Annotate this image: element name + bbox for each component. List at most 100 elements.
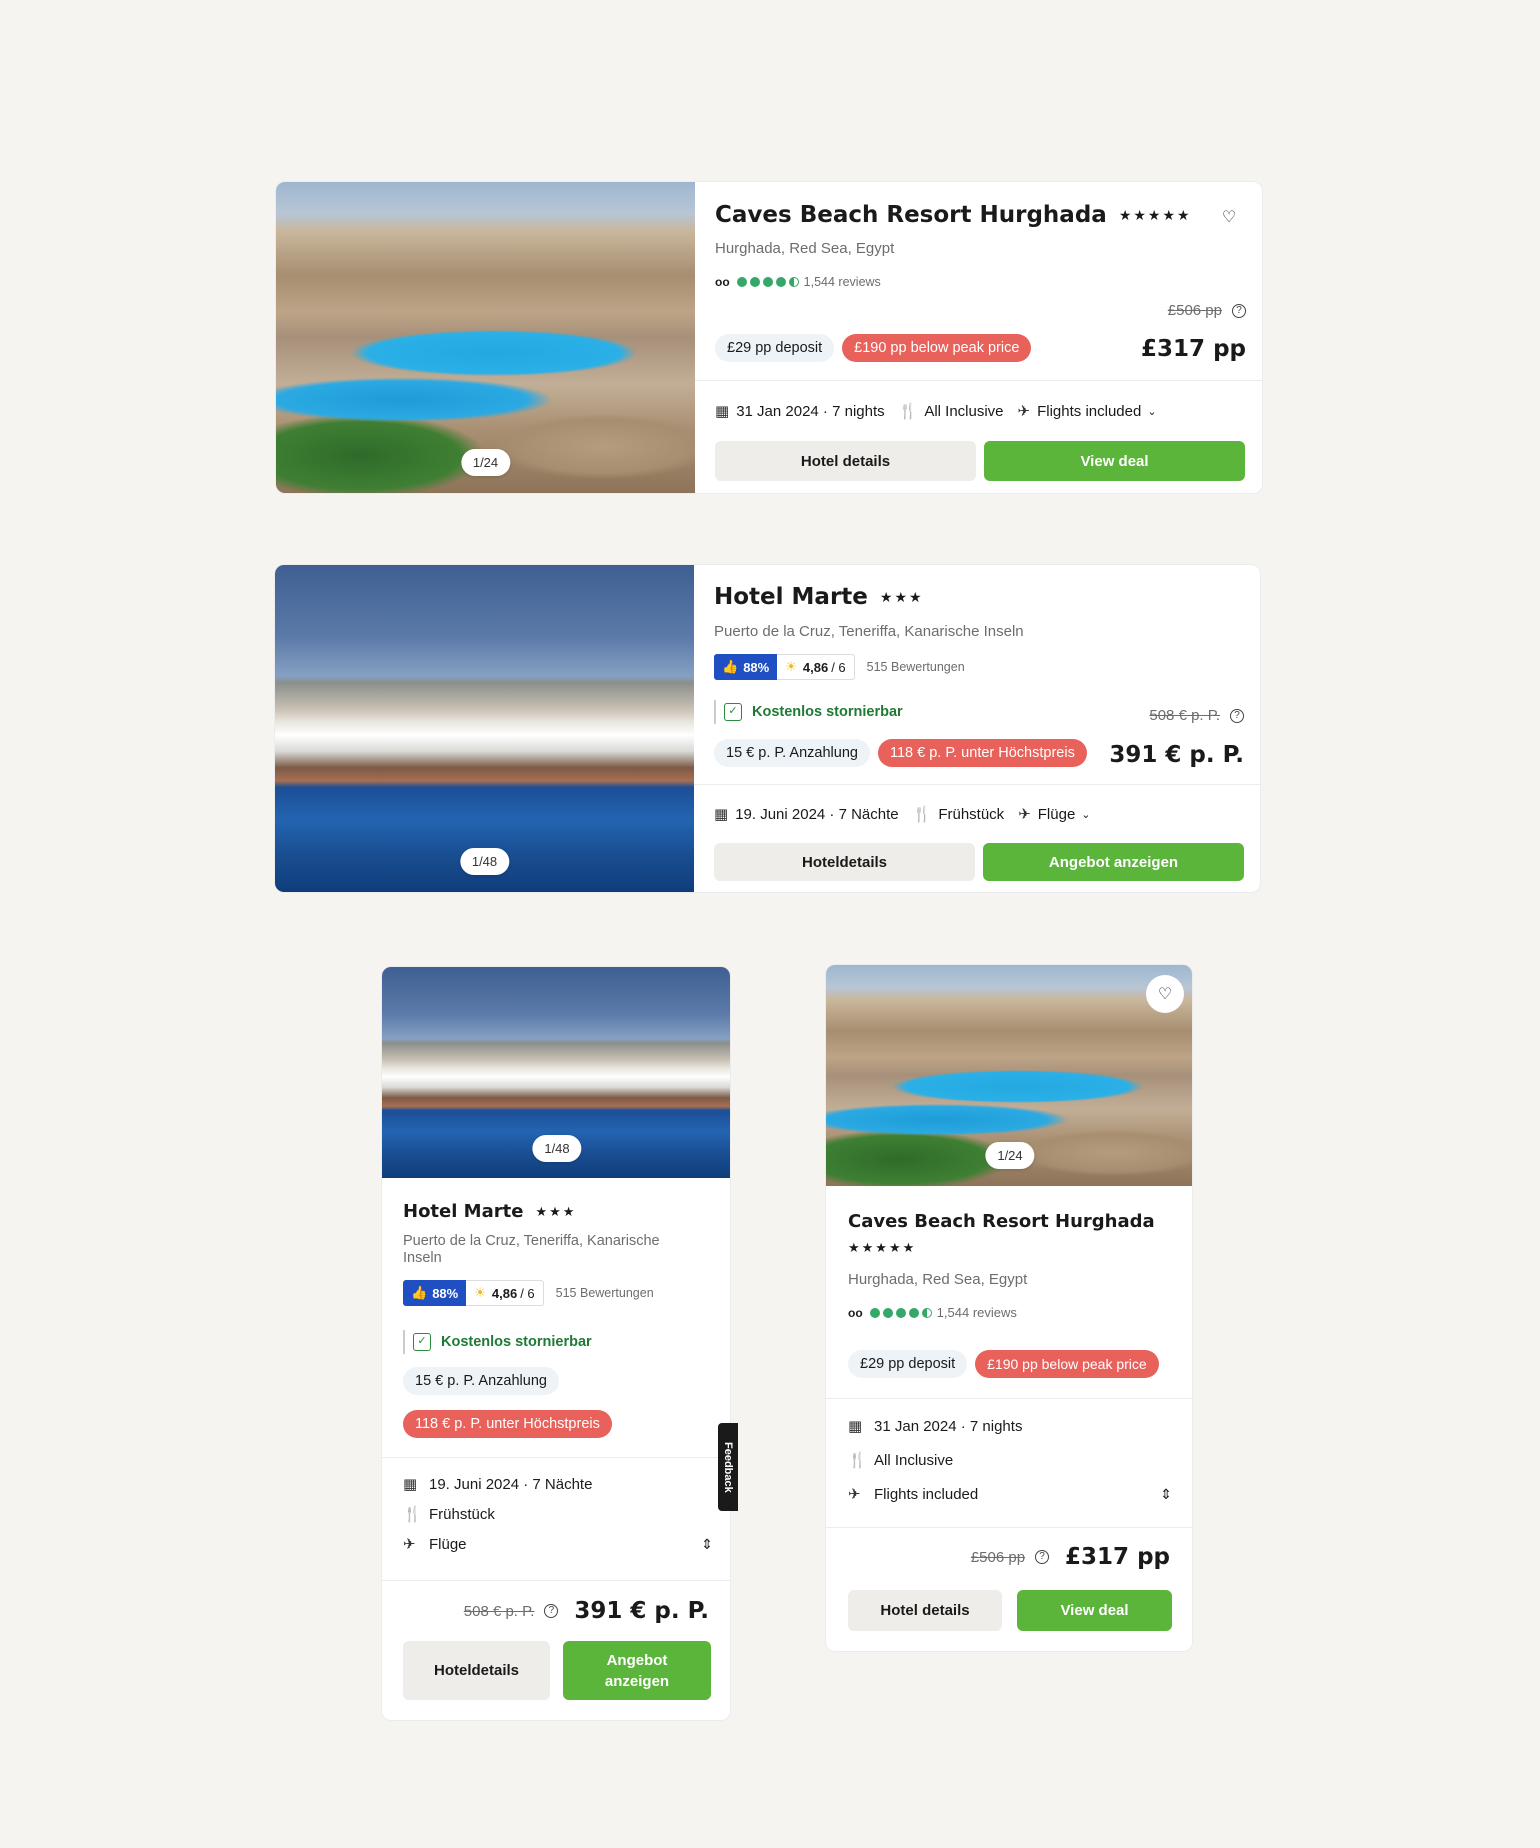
feedback-tab[interactable]: Feedback (718, 1423, 738, 1511)
hotel-photo[interactable]: 1/24 ♡ (826, 965, 1192, 1186)
view-deal-button[interactable]: Angebot anzeigen (983, 843, 1244, 881)
hotel-title[interactable]: Caves Beach Resort Hurghada (848, 1211, 1155, 1232)
old-price: 508 € p. P. (1149, 707, 1220, 724)
divider (382, 1580, 730, 1581)
price: £317 pp (1065, 1544, 1170, 1570)
deposit-badge: 15 € p. P. Anzahlung (714, 739, 870, 767)
score-value: 4,86 (802, 659, 829, 675)
view-deal-button[interactable]: View deal (984, 441, 1245, 481)
flights-label: Flüge (429, 1535, 467, 1553)
photo-counter: 1/48 (532, 1135, 582, 1162)
thumbs-up-icon: 👍 (411, 1285, 428, 1300)
star-rating: ★★★ (879, 588, 924, 605)
free-cancellation: ✓ Kostenlos stornierbar (714, 700, 903, 724)
cutlery-icon: 🍴 (912, 806, 932, 823)
old-price: £506 pp (970, 1548, 1026, 1566)
help-icon[interactable]: ? (1230, 708, 1244, 723)
view-deal-button[interactable]: Angebot anzeigen (563, 1641, 711, 1700)
peak-price-badge: £190 pp below peak price (975, 1350, 1159, 1378)
plane-icon: ✈ (848, 1486, 861, 1503)
deposit-badge: £29 pp deposit (715, 334, 835, 362)
divider (826, 1527, 1192, 1528)
board-type: All Inclusive (874, 1451, 954, 1469)
recommend-value: 88% (432, 1285, 459, 1301)
chevron-updown-icon: ⇕ (701, 1535, 713, 1552)
hotel-details-button[interactable]: Hoteldetails (403, 1641, 550, 1700)
recommend-value: 88% (743, 659, 770, 675)
review-count[interactable]: 1,544 reviews (804, 275, 881, 289)
score-badge: ☀ 4,86/ 6 (466, 1280, 544, 1306)
hotel-photo[interactable]: 1/48 (275, 565, 694, 892)
help-icon[interactable]: ? (1232, 303, 1246, 318)
card-body: Hotel Marte ★★★ Puerto de la Cruz, Tener… (694, 565, 1260, 892)
divider (382, 1457, 730, 1458)
flights-label: Flights included (874, 1485, 979, 1503)
trip-date: 31 Jan 2024 · 7 nights (874, 1417, 1023, 1435)
sun-icon: ☀ (474, 1285, 486, 1300)
hotel-photo[interactable]: 1/24 (276, 182, 695, 493)
hotel-card-marte-horizontal[interactable]: 1/48 Hotel Marte ★★★ Puerto de la Cruz, … (274, 564, 1261, 893)
trip-meta: ▦ 19. Juni 2024 · 7 Nächte 🍴 Frühstück ✈ Fl… (714, 805, 1105, 824)
tripadvisor-rating: oo (848, 1306, 932, 1320)
cutlery-icon: 🍴 (898, 403, 918, 420)
calendar-icon: ▦ (714, 806, 729, 823)
divider (695, 380, 1262, 381)
board-type: Frühstück (429, 1505, 495, 1523)
trip-date: 19. Juni 2024 · 7 Nächte (735, 805, 899, 823)
view-deal-button[interactable]: View deal (1017, 1590, 1172, 1631)
tripadvisor-icon: oo (848, 1305, 863, 1320)
thumbs-up-icon: 👍 (722, 659, 739, 674)
free-cancellation: ✓ Kostenlos stornierbar (403, 1330, 592, 1354)
flights-dropdown[interactable]: ✈ Flights included ⌄ (1017, 402, 1157, 421)
review-count[interactable]: 515 Bewertungen (556, 1286, 654, 1300)
help-icon[interactable]: ? (1035, 1550, 1050, 1564)
heart-icon[interactable]: ♡ (1146, 975, 1184, 1013)
review-count[interactable]: 1,544 reviews (937, 1305, 1017, 1320)
hotel-card-caves-horizontal[interactable]: 1/24 Caves Beach Resort Hurghada ★★★★★ ♡… (275, 181, 1263, 494)
hotel-location: Puerto de la Cruz, Teneriffa, Kanarische… (714, 623, 1024, 640)
hotel-card-caves-vertical[interactable]: 1/24 ♡ Caves Beach Resort Hurghada ★★★★★… (825, 964, 1193, 1652)
photo-counter: 1/48 (459, 848, 510, 875)
photo-counter: 1/24 (460, 449, 511, 476)
star-rating: ★★★★★ (1118, 206, 1192, 223)
help-icon[interactable]: ? (544, 1604, 559, 1618)
trip-date: 31 Jan 2024 · 7 nights (736, 402, 885, 420)
recommend-badge: 👍 88% (403, 1280, 467, 1306)
plane-icon: ✈ (403, 1536, 416, 1553)
plane-icon: ✈ (1018, 806, 1031, 823)
flights-dropdown[interactable]: ✈ Flüge ⌄ (1018, 805, 1090, 824)
hotel-details-button[interactable]: Hotel details (848, 1590, 1002, 1631)
sun-icon: ☀ (785, 659, 797, 674)
flights-dropdown[interactable]: ✈ Flüge ⇕ (403, 1535, 713, 1554)
rating-bar: 👍 88% ☀ 4,86/ 6 515 Bewertungen (403, 1280, 654, 1306)
trip-date: 19. Juni 2024 · 7 Nächte (429, 1475, 593, 1493)
hotel-title[interactable]: Caves Beach Resort Hurghada (715, 202, 1107, 228)
hotel-photo[interactable]: 1/48 (382, 967, 730, 1178)
peak-price-badge: 118 € p. P. unter Höchstpreis (403, 1410, 612, 1438)
hotel-details-button[interactable]: Hoteldetails (714, 843, 975, 881)
calendar-check-icon: ✓ (724, 703, 742, 721)
card-body: Caves Beach Resort Hurghada ★★★★★ ♡ Hurg… (695, 182, 1262, 493)
price: 391 € p. P. (1109, 742, 1244, 768)
hotel-card-marte-vertical[interactable]: 1/48 Hotel Marte ★★★ Puerto de la Cruz, … (381, 966, 731, 1721)
flights-dropdown[interactable]: ✈ Flights included ⇕ (848, 1485, 1172, 1504)
score-max: / 6 (831, 659, 846, 675)
hotel-location: Hurghada, Red Sea, Egypt (715, 240, 895, 257)
calendar-icon: ▦ (403, 1476, 418, 1493)
hotel-title[interactable]: Hotel Marte (714, 584, 868, 610)
cancel-label: Kostenlos stornierbar (752, 704, 903, 720)
board-type: Frühstück (938, 805, 1005, 823)
review-count[interactable]: 515 Bewertungen (867, 660, 965, 674)
recommend-badge: 👍 88% (714, 654, 778, 680)
heart-icon[interactable]: ♡ (1212, 200, 1246, 234)
hotel-title[interactable]: Hotel Marte (403, 1201, 523, 1222)
trip-meta: ▦ 31 Jan 2024 · 7 nights 🍴 All Inclusive ✈… (848, 1417, 1172, 1515)
hotel-details-button[interactable]: Hotel details (715, 441, 976, 481)
cancel-label: Kostenlos stornierbar (441, 1334, 592, 1350)
flights-label: Flights included (1037, 402, 1142, 420)
trip-meta: ▦ 19. Juni 2024 · 7 Nächte 🍴 Frühstück ✈ Fl… (403, 1475, 713, 1565)
calendar-check-icon: ✓ (413, 1333, 431, 1351)
plane-icon: ✈ (1017, 403, 1031, 420)
old-price: 508 € p. P. (463, 1602, 535, 1620)
cutlery-icon: 🍴 (403, 1506, 422, 1523)
